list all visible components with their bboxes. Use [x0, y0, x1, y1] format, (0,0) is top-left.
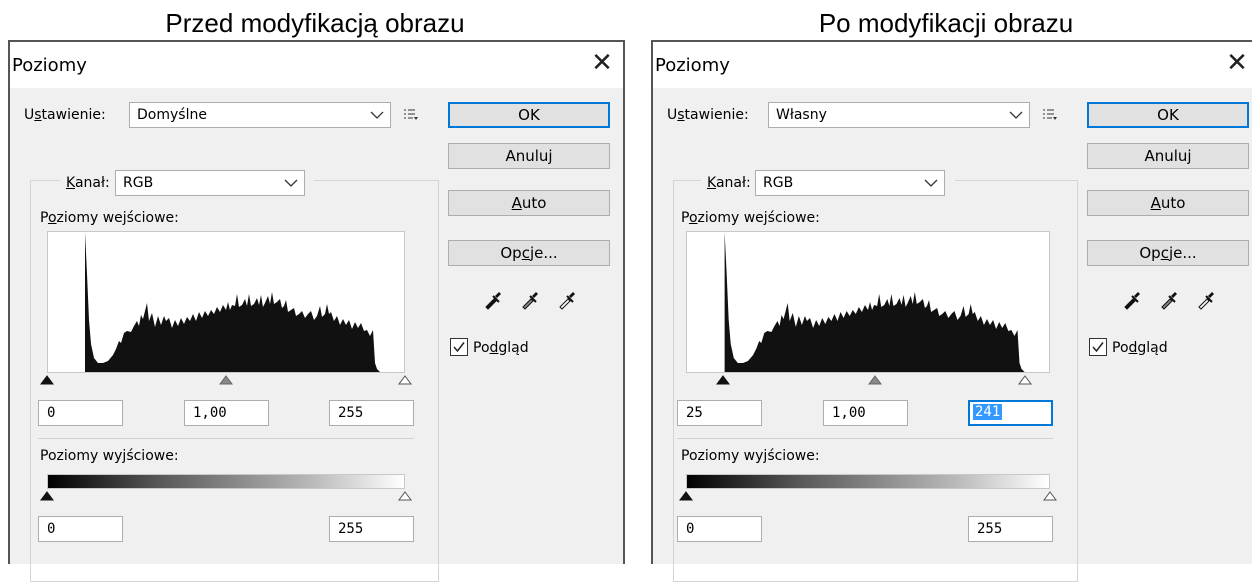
- output-levels-label: Poziomy wyjściowe:: [40, 448, 179, 464]
- channel-label: Kanał:: [707, 175, 751, 191]
- title-bar: Poziomy ✕: [10, 42, 623, 88]
- dialog-title: Poziomy: [12, 55, 87, 76]
- gray-eyedropper-icon[interactable]: [1159, 290, 1179, 310]
- output-black-field[interactable]: 0: [38, 516, 123, 542]
- black-eyedropper-icon[interactable]: [1122, 290, 1142, 310]
- channel-label: Kanał:: [66, 175, 110, 191]
- input-white-slider[interactable]: [1018, 375, 1032, 385]
- channel-value: RGB: [763, 175, 794, 191]
- histogram-plot: [85, 232, 380, 372]
- input-black-slider[interactable]: [40, 375, 54, 385]
- chevron-down-icon: [1009, 111, 1023, 119]
- preset-menu-icon[interactable]: [1042, 108, 1058, 122]
- input-white-field[interactable]: 241: [968, 400, 1053, 426]
- caption-before: Przed modyfikacją obrazu: [165, 8, 465, 38]
- cancel-button[interactable]: Anuluj: [1087, 143, 1249, 169]
- histogram: [47, 231, 405, 373]
- input-gamma-slider[interactable]: [868, 375, 882, 385]
- preset-select[interactable]: Domyślne: [129, 102, 391, 128]
- output-levels-label: Poziomy wyjściowe:: [681, 448, 820, 464]
- output-white-slider[interactable]: [1043, 491, 1057, 501]
- options-button[interactable]: Opcje...: [448, 240, 610, 266]
- output-gradient: [47, 474, 405, 489]
- output-white-slider[interactable]: [398, 491, 412, 501]
- histogram-plot: [724, 232, 1025, 372]
- output-gradient: [686, 474, 1050, 489]
- preview-checkbox[interactable]: [450, 338, 468, 356]
- ok-button[interactable]: OK: [1087, 102, 1249, 128]
- output-white-field[interactable]: 255: [329, 516, 414, 542]
- auto-button[interactable]: Auto: [1087, 190, 1249, 216]
- input-black-field[interactable]: 0: [38, 400, 123, 426]
- preset-value: Własny: [776, 107, 827, 123]
- input-white-field[interactable]: 255: [329, 400, 414, 426]
- output-black-slider[interactable]: [40, 491, 54, 501]
- input-black-field[interactable]: 25: [677, 400, 762, 426]
- options-button[interactable]: Opcje...: [1087, 240, 1249, 266]
- dialog-title: Poziomy: [655, 55, 730, 76]
- channel-value: RGB: [123, 175, 154, 191]
- preset-menu-icon[interactable]: [403, 108, 419, 122]
- input-gamma-field[interactable]: 1,00: [184, 400, 269, 426]
- checkmark-icon: [1092, 342, 1104, 353]
- divider: [677, 438, 1053, 439]
- preview-label: Podgląd: [1112, 340, 1168, 356]
- preset-select[interactable]: Własny: [768, 102, 1030, 128]
- input-black-slider[interactable]: [716, 375, 730, 385]
- chevron-down-icon: [284, 179, 298, 187]
- preview-checkbox[interactable]: [1089, 338, 1107, 356]
- ok-button[interactable]: OK: [448, 102, 610, 128]
- chevron-down-icon: [924, 179, 938, 187]
- chevron-down-icon: [370, 111, 384, 119]
- input-levels-label: Poziomy wejściowe:: [40, 210, 179, 226]
- input-white-slider[interactable]: [398, 375, 412, 385]
- output-black-field[interactable]: 0: [677, 516, 762, 542]
- preset-label: Ustawienie:: [24, 107, 106, 123]
- channel-select[interactable]: RGB: [115, 170, 305, 196]
- preset-value: Domyślne: [137, 107, 207, 123]
- output-white-field[interactable]: 255: [968, 516, 1053, 542]
- channel-select[interactable]: RGB: [755, 170, 945, 196]
- cancel-button[interactable]: Anuluj: [448, 143, 610, 169]
- white-eyedropper-icon[interactable]: [557, 290, 577, 310]
- black-eyedropper-icon[interactable]: [483, 290, 503, 310]
- input-levels-label: Poziomy wejściowe:: [681, 210, 820, 226]
- close-icon[interactable]: ✕: [587, 48, 617, 78]
- caption-after: Po modyfikacji obrazu: [818, 8, 1074, 38]
- white-eyedropper-icon[interactable]: [1196, 290, 1216, 310]
- title-bar: Poziomy ✕: [653, 42, 1252, 88]
- histogram: [686, 231, 1050, 373]
- input-gamma-field[interactable]: 1,00: [823, 400, 908, 426]
- auto-button[interactable]: Auto: [448, 190, 610, 216]
- input-gamma-slider[interactable]: [219, 375, 233, 385]
- checkmark-icon: [453, 342, 465, 353]
- close-icon[interactable]: ✕: [1222, 48, 1252, 78]
- gray-eyedropper-icon[interactable]: [520, 290, 540, 310]
- output-black-slider[interactable]: [679, 491, 693, 501]
- divider: [38, 438, 414, 439]
- preset-label: Ustawienie:: [667, 107, 749, 123]
- levels-dialog-before: Poziomy ✕ Ustawienie: Domyślne OK Anuluj…: [8, 40, 625, 582]
- preview-label: Podgląd: [473, 340, 529, 356]
- levels-dialog-after: Poziomy ✕ Ustawienie: Własny OK Anuluj A…: [651, 40, 1252, 582]
